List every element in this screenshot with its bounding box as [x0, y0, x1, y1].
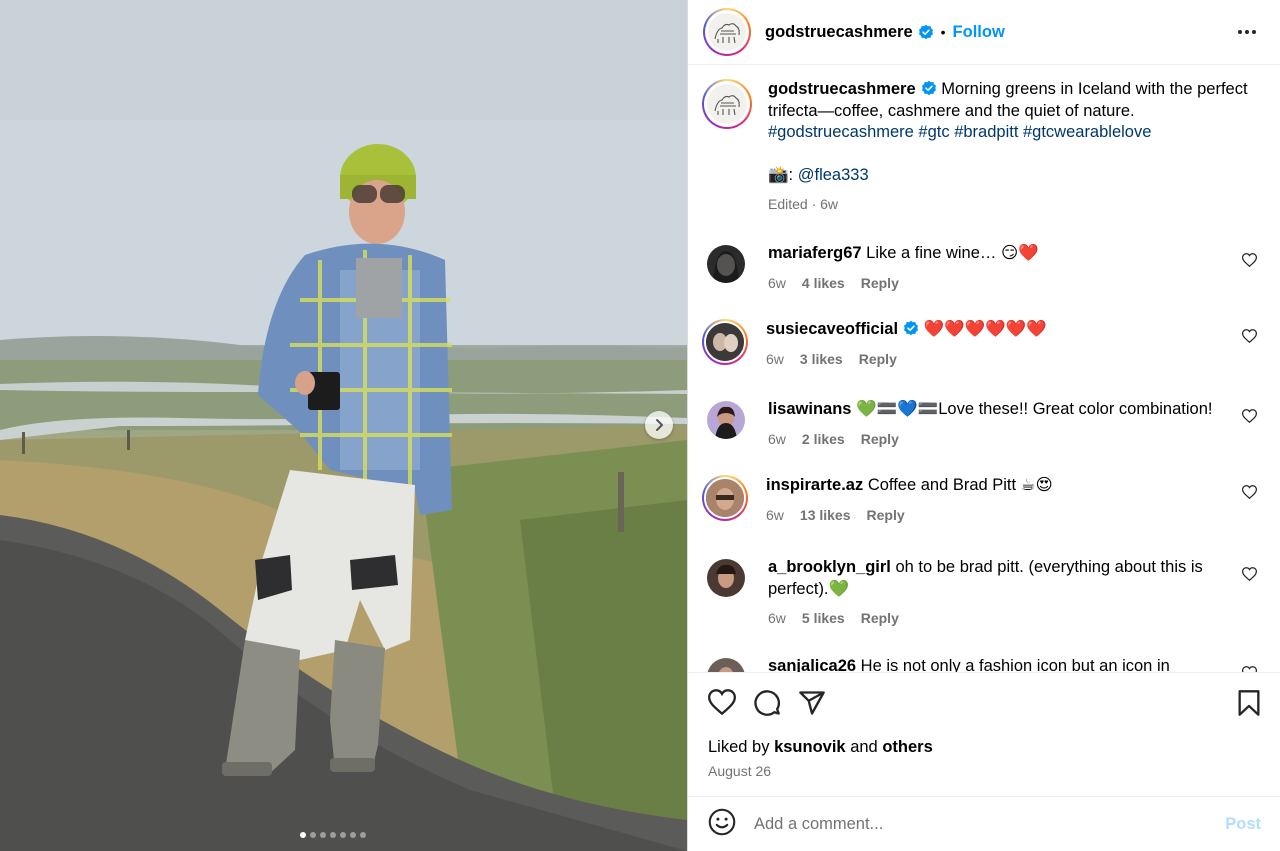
comment-time: 6w — [768, 274, 786, 291]
commenter-avatar[interactable] — [707, 658, 745, 672]
follow-button[interactable]: Follow — [953, 23, 1005, 42]
comment-text: Coffee and Brad Pitt ☕😍 — [867, 476, 1053, 494]
carousel-dot — [350, 832, 356, 838]
carousel-dot — [330, 832, 336, 838]
commenter-avatar[interactable] — [702, 319, 748, 365]
heart-icon[interactable] — [1242, 253, 1257, 267]
comment-time: 6w — [768, 430, 786, 447]
comment-username[interactable]: inspirarte.az — [766, 476, 863, 494]
heart-icon — [707, 689, 737, 716]
commenter-avatar[interactable] — [707, 245, 745, 283]
carousel-dot — [310, 832, 316, 838]
comment-icon — [754, 690, 780, 716]
post-actions: Liked by ksunovik and others August 26 — [688, 672, 1280, 796]
liked-by-user-link[interactable]: ksunovik — [774, 738, 846, 756]
comment-username[interactable]: mariaferg67 — [768, 244, 862, 262]
liked-by-and: and — [850, 738, 878, 756]
comment-username[interactable]: lisawinans — [768, 400, 851, 418]
comment-item: inspirarte.az Coffee and Brad Pitt ☕😍 6w… — [702, 475, 1267, 526]
photo-credit: 📸: @flea333 — [768, 165, 1248, 187]
reply-button[interactable]: Reply — [859, 349, 897, 371]
comments-section[interactable]: godstruecashmere Morning greens in Icela… — [688, 65, 1280, 672]
liked-by-summary: Liked by ksunovik and others — [708, 738, 933, 757]
verified-icon — [918, 24, 933, 40]
credit-mention-link[interactable]: @flea333 — [798, 166, 869, 184]
save-button[interactable] — [1237, 689, 1261, 722]
heart-icon[interactable] — [1242, 567, 1257, 581]
post-comment-button[interactable]: Post — [1225, 815, 1261, 834]
post-sidebar: godstruecashmere • Follow godstruecashme… — [687, 0, 1280, 851]
heart-icon[interactable] — [1242, 409, 1257, 423]
reply-button[interactable]: Reply — [861, 429, 899, 451]
comment-likes[interactable]: 3 likes — [800, 349, 843, 371]
comment-likes[interactable]: 5 likes — [802, 608, 845, 630]
post-header: godstruecashmere • Follow — [688, 0, 1280, 65]
comment-likes[interactable]: 13 likes — [800, 505, 851, 527]
comment-text: ❤️❤️❤️❤️❤️❤️ — [923, 320, 1047, 338]
carousel-dot — [320, 832, 326, 838]
carousel-dot — [300, 832, 306, 838]
author-avatar[interactable] — [703, 8, 751, 56]
commenter-avatar[interactable] — [702, 475, 748, 521]
post-caption: godstruecashmere Morning greens in Icela… — [702, 79, 1262, 216]
reply-button[interactable]: Reply — [867, 505, 905, 527]
comment-item: mariaferg67 Like a fine wine… 😏❤️ 6w 4 l… — [702, 243, 1267, 294]
share-button[interactable] — [798, 689, 826, 722]
reply-button[interactable]: Reply — [861, 608, 899, 630]
comment-username[interactable]: susiecaveofficial — [766, 320, 898, 338]
carousel-indicator — [300, 832, 366, 838]
post-date: August 26 — [708, 763, 772, 779]
bookmark-icon — [1238, 690, 1260, 716]
liked-by-others-link[interactable]: others — [882, 738, 932, 756]
header-separator: • — [940, 24, 946, 40]
liked-by-prefix: Liked by — [708, 738, 770, 756]
comment-likes[interactable]: 2 likes — [802, 429, 845, 451]
comment-username[interactable]: a_brooklyn_girl — [768, 558, 891, 576]
more-icon[interactable] — [1237, 20, 1257, 44]
comment-button[interactable] — [753, 689, 781, 722]
verified-icon — [904, 320, 919, 336]
heart-icon[interactable] — [1242, 485, 1257, 499]
caption-edited-time: Edited · 6w — [768, 196, 839, 212]
carousel-dot — [360, 832, 366, 838]
comment-time: 6w — [766, 350, 784, 367]
commenter-avatar[interactable] — [707, 401, 745, 439]
brand-logo-icon — [714, 95, 740, 116]
comment-text: He is not only a fashion icon but an ico… — [860, 657, 1170, 672]
comment-time: 6w — [768, 610, 786, 626]
chevron-right-icon — [656, 419, 663, 431]
commenter-avatar[interactable] — [707, 559, 745, 597]
comment-input[interactable] — [754, 814, 1194, 834]
emoji-icon — [708, 808, 736, 835]
carousel-dot — [340, 832, 346, 838]
reply-button[interactable]: Reply — [861, 273, 899, 295]
heart-icon[interactable] — [1242, 329, 1257, 343]
comment-item: susiecaveofficial ❤️❤️❤️❤️❤️❤️ 6w 3 like… — [702, 319, 1267, 370]
caption-hashtags[interactable]: #godstruecashmere #gtc #bradpitt #gtcwea… — [768, 122, 1248, 144]
like-button[interactable] — [707, 689, 737, 722]
comment-item: a_brooklyn_girl oh to be brad pitt. (eve… — [702, 557, 1267, 630]
caption-username[interactable]: godstruecashmere — [768, 80, 916, 98]
comment-text: 💚🟰💙🟰Love these!! Great color combination… — [856, 400, 1213, 418]
emoji-button[interactable] — [708, 808, 736, 841]
comment-username[interactable]: sanjalica26 — [768, 657, 856, 672]
comment-time: 6w — [766, 506, 784, 523]
comment-item: sanjalica26 He is not only a fashion ico… — [702, 656, 1267, 672]
post-photo — [0, 0, 687, 851]
caption-author-avatar[interactable] — [702, 79, 752, 129]
verified-icon — [921, 80, 936, 96]
brand-logo-icon — [714, 23, 740, 44]
author-username[interactable]: godstruecashmere — [765, 23, 913, 42]
comment-item: lisawinans 💚🟰💙🟰Love these!! Great color … — [702, 399, 1267, 450]
comment-text: Like a fine wine… 😏❤️ — [866, 244, 1039, 262]
camera-emoji: 📸: — [768, 165, 794, 184]
post-media[interactable] — [0, 0, 687, 851]
comment-likes[interactable]: 4 likes — [802, 273, 845, 295]
share-icon — [799, 691, 825, 715]
comment-composer: Post — [688, 796, 1280, 851]
carousel-next-button[interactable] — [645, 411, 673, 439]
